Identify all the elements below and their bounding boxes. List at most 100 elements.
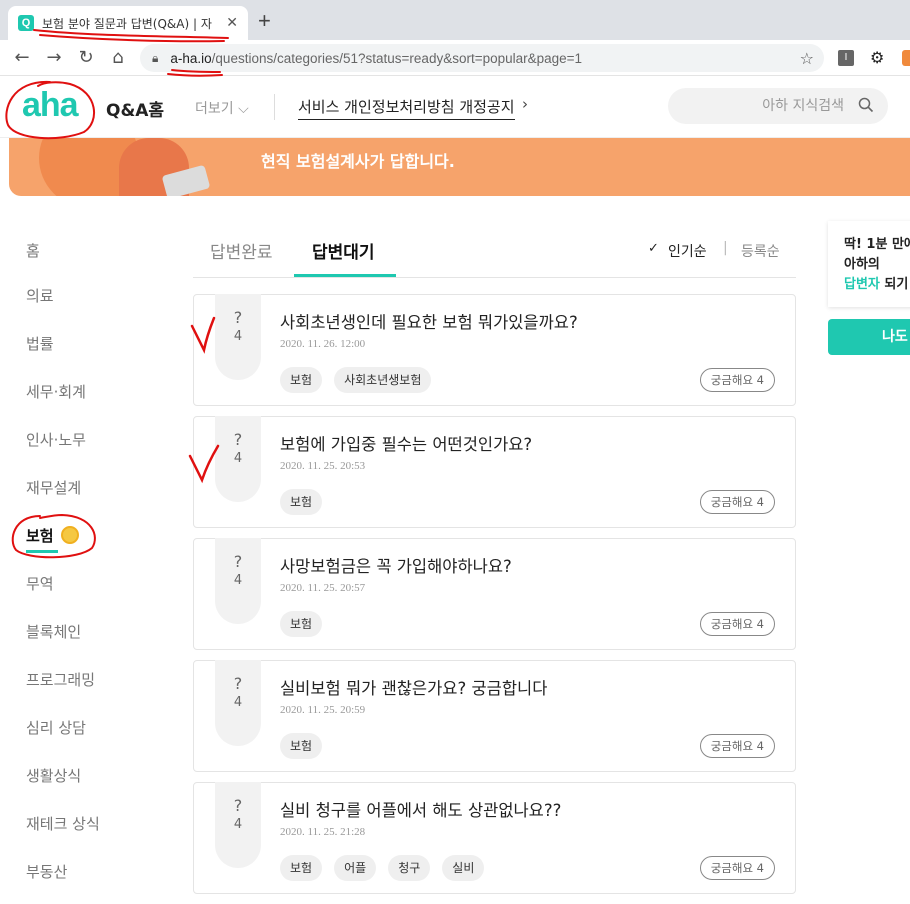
tag-list: 보험 사회초년생보험 bbox=[280, 367, 432, 393]
curious-button[interactable]: 궁금해요 4 bbox=[699, 490, 775, 514]
tab-title: 보험 분야 질문과 답변(Q&A) | 자 bbox=[42, 16, 212, 31]
active-category-underline bbox=[26, 550, 58, 553]
question-status-tabs: 답변완료 답변대기 ✓ 인기순 | 등록순 bbox=[193, 232, 796, 278]
aha-logo[interactable]: aha bbox=[22, 86, 79, 125]
sidebar-item-investing[interactable]: 재테크 상식 bbox=[26, 813, 100, 834]
sidebar-item-programming[interactable]: 프로그래밍 bbox=[26, 669, 95, 690]
tag[interactable]: 보험 bbox=[280, 855, 323, 881]
become-answerer-button[interactable]: 나도 bbox=[828, 319, 910, 355]
question-card[interactable]: ? 4 실비보험 뭐가 괜찮은가요? 궁금합니다 2020. 11. 25. 2… bbox=[193, 660, 796, 772]
sidebar-item-law[interactable]: 법률 bbox=[26, 333, 54, 354]
sidebar-item-medical[interactable]: 의료 bbox=[26, 285, 54, 306]
tag[interactable]: 실비 bbox=[442, 855, 485, 881]
tag[interactable]: 어플 bbox=[334, 855, 377, 881]
curious-button[interactable]: 궁금해요 4 bbox=[699, 734, 775, 758]
more-button[interactable]: 더보기 ⌵ bbox=[195, 98, 249, 118]
curious-button[interactable]: 궁금해요 4 bbox=[699, 612, 775, 636]
question-date: 2020. 11. 25. 21:28 bbox=[280, 826, 366, 838]
curious-button[interactable]: 궁금해요 4 bbox=[699, 856, 775, 880]
question-mark-icon: ? bbox=[233, 430, 243, 449]
promo-line-3-rest: 되기 bbox=[879, 277, 909, 292]
search-box bbox=[668, 88, 888, 124]
search-input[interactable] bbox=[684, 88, 844, 124]
search-icon[interactable] bbox=[858, 97, 874, 113]
answer-count-badge: ? 4 bbox=[215, 782, 261, 868]
question-card[interactable]: ? 4 실비 청구를 어플에서 해도 상관없나요?? 2020. 11. 25.… bbox=[193, 782, 796, 894]
tag[interactable]: 청구 bbox=[388, 855, 431, 881]
answer-count: 4 bbox=[233, 695, 243, 710]
lock-icon: 🔒︎ bbox=[152, 50, 159, 65]
category-banner: 현직 보험설계사가 답합니다. bbox=[9, 138, 910, 196]
tag-list: 보험 어플 청구 실비 bbox=[280, 855, 485, 881]
browser-tab[interactable]: Q 보험 분야 질문과 답변(Q&A) | 자 ✕ bbox=[8, 6, 248, 40]
sidebar-item-trade[interactable]: 무역 bbox=[26, 573, 54, 594]
active-tab-underline bbox=[294, 274, 396, 277]
tag[interactable]: 보험 bbox=[280, 611, 323, 637]
tag[interactable]: 보험 bbox=[280, 367, 323, 393]
qa-home-link[interactable]: Q&A홈 bbox=[106, 96, 164, 121]
question-title[interactable]: 보험에 가입중 필수는 어떤것인가요? bbox=[280, 431, 532, 455]
privacy-notice-link[interactable]: 서비스 개인정보처리방침 개정공지 bbox=[298, 96, 515, 120]
sidebar-item-blockchain[interactable]: 블록체인 bbox=[26, 621, 81, 642]
home-icon[interactable]: ⌂ bbox=[102, 47, 134, 68]
tag[interactable]: 보험 bbox=[280, 489, 323, 515]
browser-toolbar: ← → ↻ ⌂ 🔒︎ a-ha.io/questions/categories/… bbox=[0, 40, 910, 76]
medal-icon bbox=[61, 526, 79, 544]
answer-count: 4 bbox=[233, 451, 243, 466]
sort-recent[interactable]: 등록순 bbox=[741, 241, 780, 261]
sidebar-item-realestate[interactable]: 부동산 bbox=[26, 861, 67, 882]
cyclist-extension-icon[interactable]: ⚙ bbox=[870, 48, 884, 67]
answerer-promo: 딱! 1분 만에 아하의 답변자 되기 bbox=[828, 221, 910, 307]
forward-icon[interactable]: → bbox=[38, 47, 70, 68]
sidebar-item-hr[interactable]: 인사·노무 bbox=[26, 429, 86, 450]
chevron-down-icon: ⌵ bbox=[238, 101, 249, 117]
chevron-right-icon: › bbox=[522, 95, 528, 113]
question-card[interactable]: ? 4 사회초년생인데 필요한 보험 뭐가있을까요? 2020. 11. 26.… bbox=[193, 294, 796, 406]
question-title[interactable]: 실비보험 뭐가 괜찮은가요? 궁금합니다 bbox=[280, 675, 547, 699]
question-date: 2020. 11. 25. 20:59 bbox=[280, 704, 366, 716]
answer-count-badge: ? 4 bbox=[215, 538, 261, 624]
sidebar-item-finance[interactable]: 재무설계 bbox=[26, 477, 81, 498]
question-title[interactable]: 사회초년생인데 필요한 보험 뭐가있을까요? bbox=[280, 309, 578, 333]
sidebar-item-insurance[interactable]: 보험 bbox=[26, 525, 54, 546]
sidebar-item-counseling[interactable]: 심리 상담 bbox=[26, 717, 86, 738]
url-host: a-ha.io bbox=[170, 50, 212, 66]
tag-list: 보험 bbox=[280, 733, 323, 759]
browser-tab-bar: Q 보험 분야 질문과 답변(Q&A) | 자 ✕ + bbox=[0, 0, 910, 40]
reload-icon[interactable]: ↻ bbox=[70, 47, 102, 68]
question-date: 2020. 11. 26. 12:00 bbox=[280, 338, 366, 350]
sort-popular[interactable]: 인기순 bbox=[668, 241, 707, 261]
address-bar[interactable]: 🔒︎ a-ha.io/questions/categories/51?statu… bbox=[140, 44, 824, 72]
sidebar-item-tax[interactable]: 세무·회계 bbox=[26, 381, 86, 402]
question-title[interactable]: 사망보험금은 꼭 가입해야하나요? bbox=[280, 553, 512, 577]
question-mark-icon: ? bbox=[233, 796, 243, 815]
tab-waiting[interactable]: 답변대기 bbox=[312, 238, 375, 263]
extension-icon[interactable]: I bbox=[838, 50, 854, 66]
tab-answered[interactable]: 답변완료 bbox=[210, 238, 273, 263]
back-icon[interactable]: ← bbox=[6, 47, 38, 68]
question-mark-icon: ? bbox=[233, 552, 243, 571]
curious-button[interactable]: 궁금해요 4 bbox=[699, 368, 775, 392]
promo-line-1: 딱! 1분 만에 bbox=[844, 237, 910, 252]
question-mark-icon: ? bbox=[233, 674, 243, 693]
tag-list: 보험 bbox=[280, 489, 323, 515]
question-title[interactable]: 실비 청구를 어플에서 해도 상관없나요?? bbox=[280, 797, 561, 821]
tag[interactable]: 사회초년생보험 bbox=[334, 367, 432, 393]
more-label: 더보기 bbox=[195, 101, 234, 117]
new-tab-icon[interactable]: + bbox=[258, 8, 271, 34]
question-card[interactable]: ? 4 사망보험금은 꼭 가입해야하나요? 2020. 11. 25. 20:5… bbox=[193, 538, 796, 650]
sidebar-item-lifetips[interactable]: 생활상식 bbox=[26, 765, 81, 786]
bookmark-star-icon[interactable]: ☆ bbox=[800, 49, 814, 68]
extension-orange-icon[interactable] bbox=[902, 50, 910, 66]
url-text[interactable]: a-ha.io/questions/categories/51?status=r… bbox=[170, 51, 582, 66]
answer-count: 4 bbox=[233, 573, 243, 588]
check-icon: ✓ bbox=[648, 241, 659, 256]
sort-separator: | bbox=[723, 240, 728, 256]
tag[interactable]: 보험 bbox=[280, 733, 323, 759]
close-icon[interactable]: ✕ bbox=[226, 15, 238, 31]
sidebar-item-home[interactable]: 홈 bbox=[26, 240, 40, 261]
question-card[interactable]: ? 4 보험에 가입중 필수는 어떤것인가요? 2020. 11. 25. 20… bbox=[193, 416, 796, 528]
promo-accent: 답변자 bbox=[844, 277, 880, 292]
aha-favicon-icon: Q bbox=[18, 15, 34, 31]
url-path: /questions/categories/51?status=ready&so… bbox=[211, 50, 583, 66]
